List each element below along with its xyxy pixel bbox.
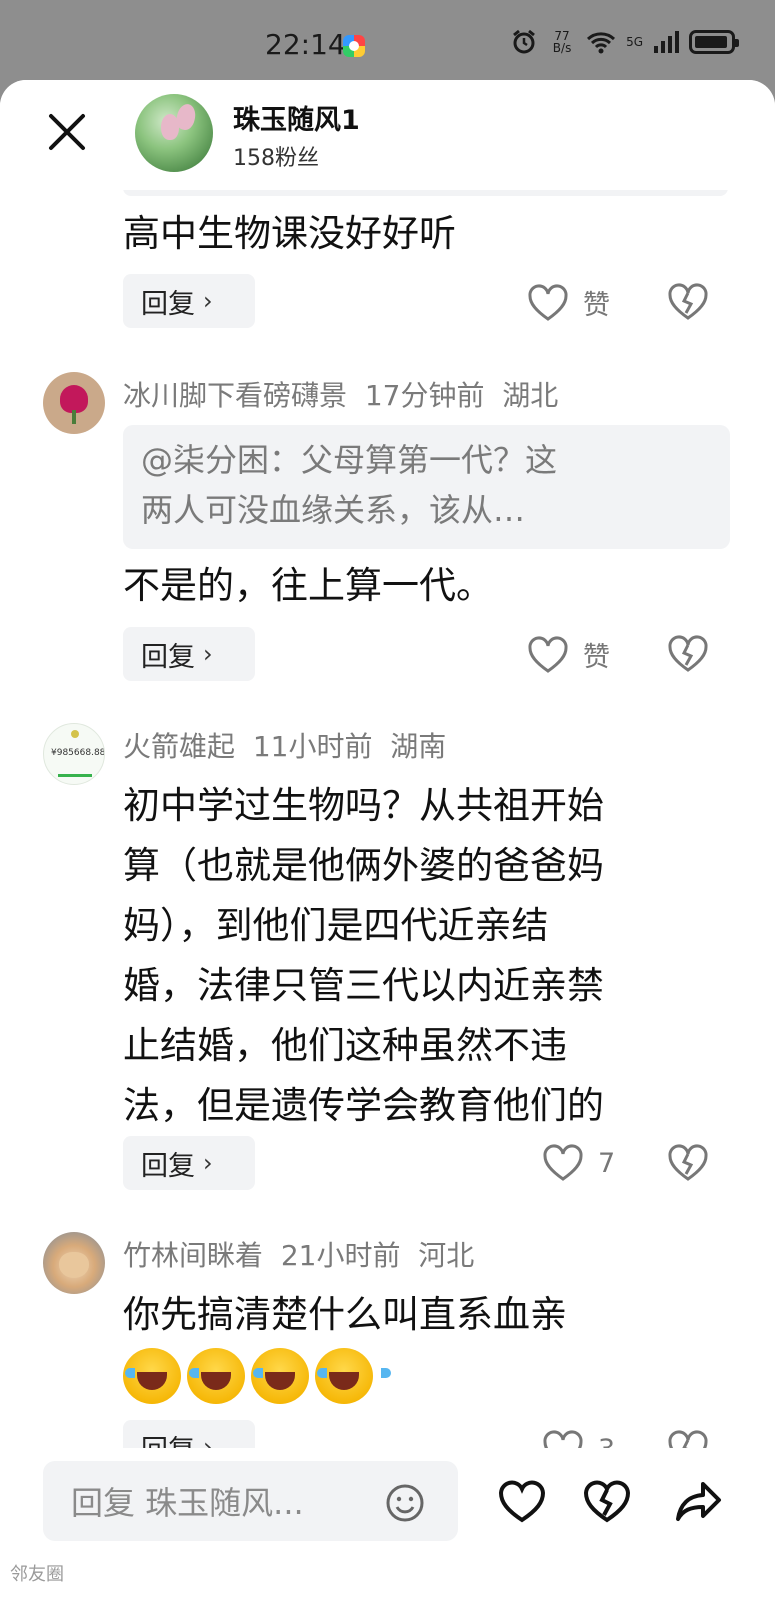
author-name[interactable]: 冰川脚下看磅礴景: [123, 379, 347, 412]
comment-meta: 冰川脚下看磅礴景 17分钟前 湖北: [123, 374, 558, 414]
broken-heart-icon[interactable]: [583, 1478, 631, 1524]
comment-meta: 竹林间眯着 21小时前 河北: [123, 1234, 474, 1274]
comment-time: 21小时前: [280, 1239, 401, 1272]
comment-line: 法，但是遗传学会教育他们的: [123, 1084, 604, 1127]
chevron-right-icon: ›: [203, 640, 213, 668]
bottom-bar: 回复 珠玉随风...: [0, 1448, 775, 1600]
heart-icon: [543, 1144, 583, 1181]
status-time: 22:14: [265, 28, 346, 61]
comment-text: 你先搞清楚什么叫直系血亲: [123, 1293, 567, 1336]
reply-label: 回复: [141, 1150, 195, 1182]
comment-location: 湖北: [502, 379, 559, 412]
network-type: 5G: [626, 35, 643, 49]
comment-line: 止结婚，他们这种虽然不违: [123, 1024, 567, 1067]
chevron-right-icon: ›: [203, 287, 213, 315]
watermark: 邻友圈: [10, 1564, 64, 1585]
close-icon[interactable]: [45, 110, 89, 154]
app-indicator-icon: [343, 35, 365, 57]
avatar[interactable]: [135, 94, 213, 172]
comment-text: 不是的，往上算一代。: [123, 564, 493, 607]
laughing-crying-emoji-icon: [123, 1348, 199, 1404]
comment-line: 婚，法律只管三代以内近亲禁: [123, 964, 604, 1007]
comment-location: 湖南: [390, 730, 447, 763]
fans-count: 158粉丝: [233, 146, 319, 171]
like-button[interactable]: 赞: [527, 635, 610, 674]
like-heart-icon[interactable]: [498, 1478, 546, 1524]
comment-meta: 火箭雄起 11小时前 湖南: [123, 725, 446, 765]
broken-heart-icon[interactable]: [667, 1144, 709, 1182]
emoji-row: [123, 1348, 391, 1404]
comment-text: 高中生物课没好好听: [123, 212, 456, 255]
laughing-crying-emoji-icon: [251, 1348, 327, 1404]
avatar-text: ¥985668.88: [51, 748, 105, 758]
sheet-header: 珠玉随风1 158粉丝: [0, 80, 775, 190]
author-name[interactable]: 竹林间眯着: [123, 1239, 263, 1272]
laughing-crying-emoji-icon: [315, 1348, 391, 1404]
reply-button[interactable]: 回复 ›: [123, 274, 255, 328]
quoted-reply[interactable]: @柒分困：父母算第一代？这 两人可没血缘关系，该从…: [123, 425, 730, 549]
reply-label: 回复: [141, 288, 195, 320]
reply-button[interactable]: 回复 ›: [123, 627, 255, 681]
alarm-icon: [513, 29, 535, 54]
comment-sheet: 珠玉随风1 158粉丝 高中生物课没好好听 回复 › 赞 冰川脚下看磅礴景 17…: [0, 80, 775, 1600]
comment-location: 河北: [418, 1239, 475, 1272]
chevron-right-icon: ›: [203, 1149, 213, 1177]
reply-button[interactable]: 回复 ›: [123, 1136, 255, 1190]
emoji-icon[interactable]: [385, 1483, 425, 1523]
quote-line: @柒分困：父母算第一代？这: [141, 441, 558, 479]
like-button[interactable]: 7: [542, 1144, 615, 1182]
heart-icon: [528, 284, 568, 321]
heart-icon: [528, 636, 568, 673]
share-icon[interactable]: [675, 1478, 723, 1524]
wifi-icon: [587, 32, 616, 54]
comment-line: 算（也就是他俩外婆的爸爸妈: [123, 844, 604, 887]
network-speed: 77 B/s: [548, 30, 576, 54]
like-count: 7: [598, 1147, 616, 1179]
status-bar: 22:14 77 B/s 5G: [0, 0, 775, 82]
comment-line: 初中学过生物吗？从共祖开始: [123, 784, 604, 827]
comment-time: 11小时前: [252, 730, 373, 763]
comment-line: 妈），到他们是四代近亲结: [123, 904, 549, 947]
author-name[interactable]: 火箭雄起: [123, 730, 235, 763]
comment-time: 17分钟前: [364, 379, 485, 412]
quote-line: 两人可没血缘关系，该从…: [141, 491, 526, 529]
network-speed-unit: B/s: [552, 41, 572, 55]
author-name[interactable]: 珠玉随风1: [233, 98, 360, 137]
like-label: 赞: [583, 642, 610, 673]
laughing-crying-emoji-icon: [187, 1348, 263, 1404]
like-button[interactable]: 赞: [527, 283, 610, 322]
status-icons: 77 B/s 5G: [510, 28, 739, 56]
avatar[interactable]: [43, 1232, 105, 1294]
avatar[interactable]: ¥985668.88: [43, 723, 105, 785]
signal-icon: [654, 31, 679, 53]
broken-heart-icon[interactable]: [667, 635, 709, 673]
like-label: 赞: [583, 290, 610, 321]
reply-input-placeholder: 回复 珠玉随风...: [71, 1484, 304, 1522]
battery-icon: [689, 30, 739, 54]
comment-text: 初中学过生物吗？从共祖开始 算（也就是他俩外婆的爸爸妈 妈），到他们是四代近亲结…: [123, 776, 604, 1136]
avatar[interactable]: [43, 372, 105, 434]
reply-label: 回复: [141, 641, 195, 673]
broken-heart-icon[interactable]: [667, 283, 709, 321]
